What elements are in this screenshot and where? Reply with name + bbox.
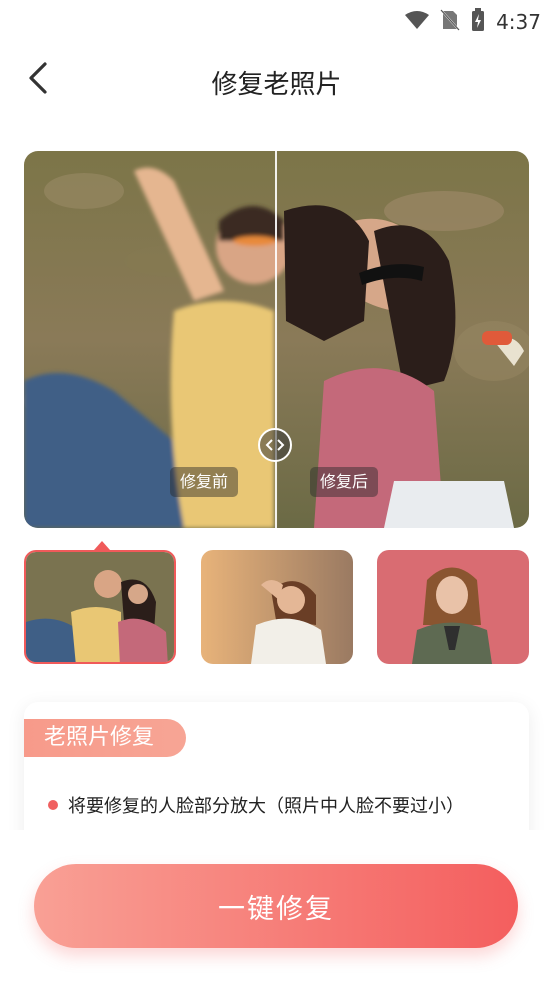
- before-label: 修复前: [170, 467, 239, 497]
- one-click-repair-button[interactable]: 一键修复: [34, 864, 518, 948]
- selected-thumb-indicator: [94, 541, 110, 550]
- status-time: 4:37: [496, 10, 541, 34]
- tip-text: 将要修复的人脸部分放大（照片中人脸不要过小）: [68, 796, 464, 817]
- nav-bar: 修复老照片: [0, 50, 553, 112]
- card-tag-label: 老照片修复: [24, 719, 186, 757]
- after-label: 修复后: [310, 467, 379, 497]
- before-after-comparison[interactable]: 修复前 修复后: [24, 151, 529, 528]
- compare-divider: [275, 151, 277, 528]
- wifi-icon: [404, 10, 430, 34]
- tip-item: 将要修复的人脸部分放大（照片中人脸不要过小）: [48, 792, 464, 818]
- compare-slider-handle[interactable]: [258, 428, 292, 462]
- battery-charging-icon: [470, 8, 486, 36]
- page-title: 修复老照片: [211, 70, 342, 100]
- thumb-girl-pink-wall-image: [377, 550, 529, 664]
- status-bar: 4:37: [0, 0, 553, 40]
- no-sim-icon: [440, 9, 460, 35]
- thumbnail-strip: [24, 550, 529, 665]
- status-icons: 4:37: [404, 8, 541, 36]
- thumb-girl-sunset[interactable]: [201, 550, 353, 664]
- left-right-arrows-icon: [265, 438, 285, 452]
- thumb-girl-sunset-image: [201, 550, 353, 664]
- thumb-friends-grass[interactable]: [24, 550, 176, 664]
- thumb-friends-grass-image: [26, 552, 174, 662]
- thumb-girl-pink-wall[interactable]: [377, 550, 529, 664]
- bullet-dot-icon: [48, 800, 58, 810]
